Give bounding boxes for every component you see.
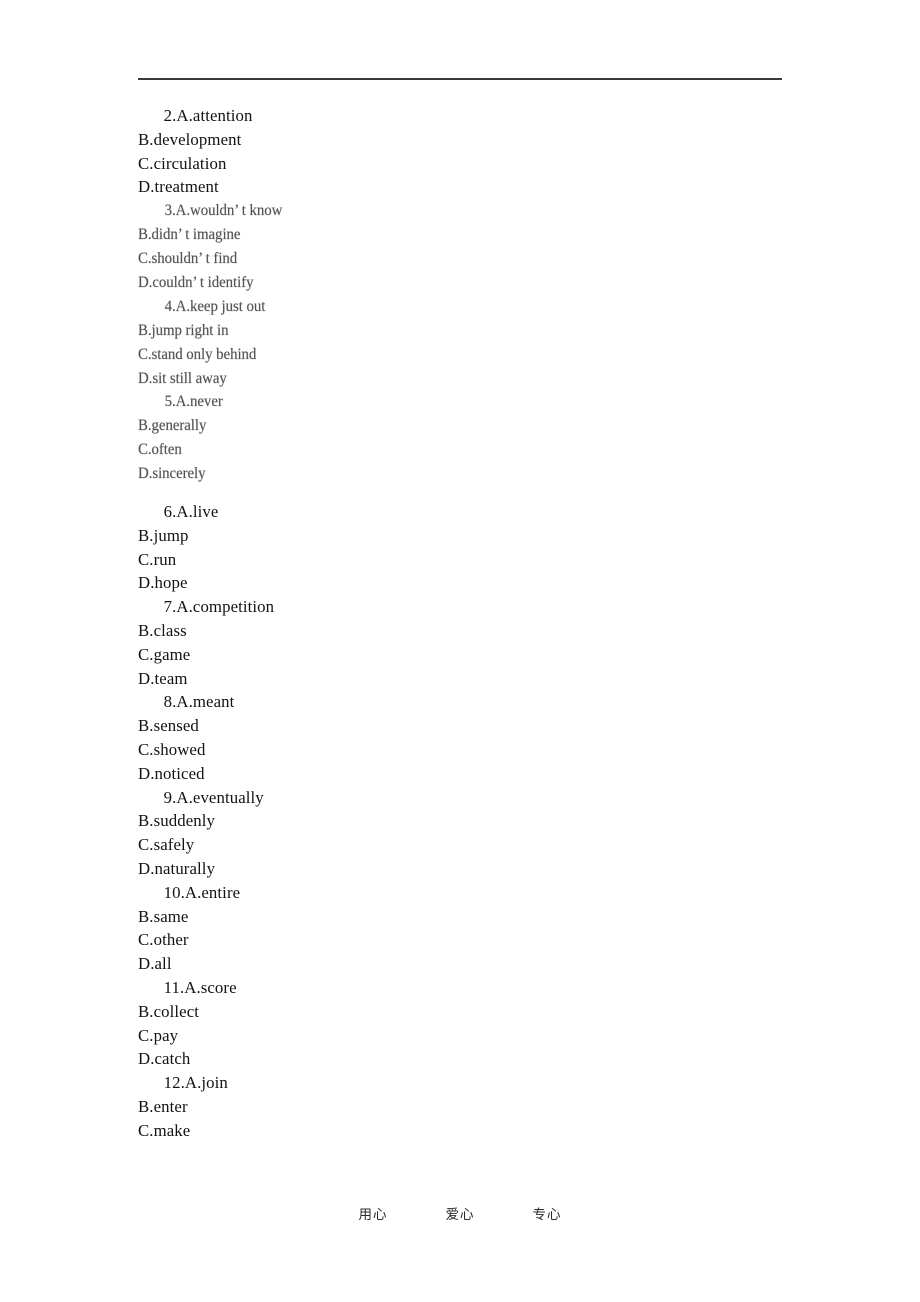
footer-item: 用心 [358, 1207, 388, 1223]
question-option: D.team [138, 668, 188, 688]
question-block-6: 6.A.live B.jump C.run D.hope [138, 500, 798, 595]
question-option: D.couldn’ t identify [138, 273, 254, 291]
question-option: B.enter [138, 1096, 188, 1116]
page-footer: 用心 爱心 专心 [0, 1206, 920, 1224]
header-horizontal-rule [138, 78, 782, 80]
question-block-3: 3.A.wouldn’ t know B.didn’ t imagine C.sho… [138, 199, 798, 295]
question-option: D.all [138, 954, 172, 974]
question-block-5: 5.A.never B.generally C.often D.sincerely [138, 390, 798, 486]
question-option: C.stand only behind [138, 345, 257, 363]
question-lead-option: 12.A.join [155, 1073, 228, 1093]
question-option: D.treatment [138, 177, 219, 197]
question-option: B.jump [138, 525, 189, 545]
question-block-12: 12.A.join B.enter C.make [138, 1071, 798, 1142]
question-option: B.development [138, 129, 242, 149]
question-option: D.hope [138, 573, 188, 593]
question-option: C.circulation [138, 153, 227, 173]
question-option: D.sit still away [138, 369, 227, 387]
question-option: D.noticed [138, 763, 205, 783]
footer-items: 用心 爱心 专心 [359, 1206, 562, 1224]
question-option: B.sensed [138, 716, 199, 736]
document-page: 2.A.attention B.development C.circulation D… [0, 0, 920, 1302]
question-option: C.often [138, 441, 182, 459]
question-lead-option: 4.A.keep just out [157, 297, 266, 315]
question-block-10: 10.A.entire B.same C.other D.all [138, 881, 798, 976]
question-option: C.other [138, 930, 189, 950]
question-option: C.game [138, 644, 191, 664]
question-lead-option: 11.A.score [155, 978, 237, 997]
footer-item: 爱心 [445, 1207, 475, 1223]
question-option: B.class [138, 621, 187, 641]
question-option: B.generally [138, 417, 207, 435]
question-option: D.naturally [138, 859, 216, 879]
question-option: C.safely [138, 835, 195, 855]
question-lead-option: 6.A.live [155, 502, 219, 522]
footer-item: 专心 [532, 1207, 562, 1223]
question-lead-option: 8.A.meant [155, 692, 235, 712]
question-lead-option: 9.A.eventually [155, 787, 264, 807]
question-option: B.suddenly [138, 811, 215, 831]
question-option: D.sincerely [138, 465, 206, 483]
question-lead-option: 10.A.entire [155, 882, 241, 902]
question-lead-option: 7.A.competition [155, 597, 275, 617]
question-lead-option: 5.A.never [157, 393, 223, 411]
question-block-4: 4.A.keep just out B.jump right in C.stand … [138, 295, 798, 391]
question-option: C.showed [138, 740, 206, 760]
question-block-9: 9.A.eventually B.suddenly C.safely D.natura… [138, 786, 798, 881]
question-option: B.jump right in [138, 321, 229, 339]
question-block-8: 8.A.meant B.sensed C.showed D.noticed [138, 690, 798, 785]
question-lead-option: 3.A.wouldn’ t know [157, 202, 283, 220]
options-content-column: 2.A.attention B.development C.circulation D… [138, 104, 798, 1143]
blank-line-spacer [138, 486, 798, 500]
question-option: B.collect [138, 1001, 200, 1021]
question-option: C.run [138, 549, 177, 569]
question-option: C.pay [138, 1025, 179, 1045]
question-option: C.shouldn’ t find [138, 250, 238, 267]
question-block-2: 2.A.attention B.development C.circulation D… [138, 104, 798, 199]
question-block-7: 7.A.competition B.class C.game D.team [138, 595, 798, 690]
question-option: B.same [138, 906, 189, 926]
question-block-11: 11.A.score B.collect C.pay D.catch [138, 976, 798, 1071]
question-option: C.make [138, 1120, 191, 1140]
question-option: B.didn’ t imagine [138, 226, 241, 244]
question-lead-option: 2.A.attention [155, 106, 253, 125]
question-option: D.catch [138, 1049, 191, 1069]
